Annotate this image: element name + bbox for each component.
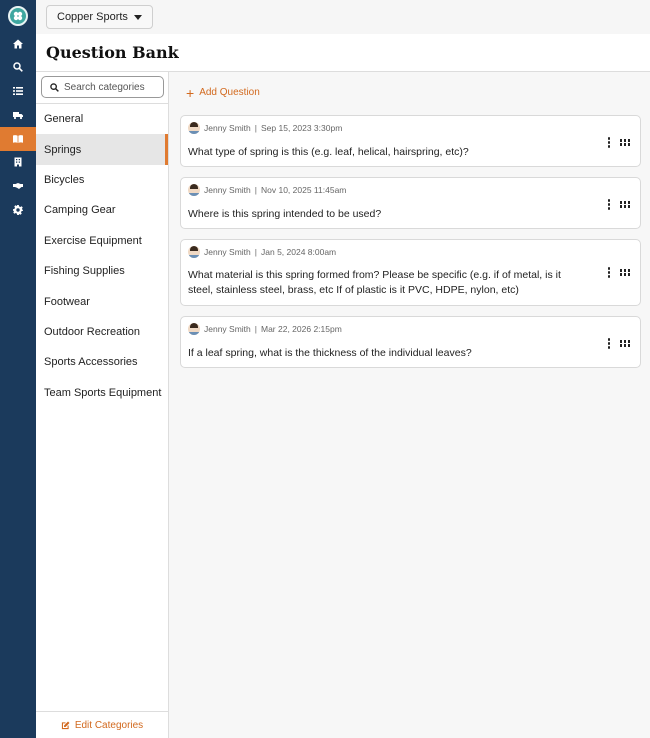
question-date: Nov 10, 2025 11:45am: [261, 185, 347, 195]
question-card[interactable]: Jenny Smith | Mar 22, 2026 2:15pm If a l…: [180, 316, 641, 368]
nav-question-bank[interactable]: [0, 127, 36, 151]
question-date: Jan 5, 2024 8:00am: [261, 247, 337, 257]
search-icon: [50, 82, 59, 92]
search-icon: [13, 62, 23, 72]
list-icon: [13, 87, 23, 95]
category-item-outdoor-recreation[interactable]: Outdoor Recreation: [36, 317, 168, 347]
category-item-footwear[interactable]: Footwear: [36, 286, 168, 316]
edit-categories-label: Edit Categories: [74, 719, 144, 731]
question-actions: [607, 338, 630, 349]
plus-icon: +: [186, 84, 195, 101]
question-meta: Jenny Smith | Mar 22, 2026 2:15pm: [188, 323, 342, 335]
search-placeholder: Search categories: [64, 81, 145, 93]
org-name: Copper Sports: [57, 11, 128, 23]
handshake-icon: [13, 183, 23, 189]
home-icon: [13, 39, 23, 49]
question-text: Where is this spring intended to be used…: [188, 208, 382, 220]
avatar: [188, 122, 200, 134]
question-card[interactable]: Jenny Smith | Nov 10, 2025 11:45am Where…: [180, 177, 641, 229]
question-actions: [607, 137, 630, 148]
question-author: Jenny Smith: [204, 185, 251, 195]
meta-separator: |: [254, 247, 257, 257]
category-item-springs[interactable]: Springs: [36, 134, 168, 165]
nav-buildings[interactable]: [0, 150, 36, 174]
drag-handle-icon[interactable]: [619, 269, 630, 276]
category-panel: Search categories General Springs Bicycl…: [36, 72, 169, 738]
question-author: Jenny Smith: [204, 247, 251, 257]
add-question-button[interactable]: + Add Question: [186, 84, 260, 101]
org-selector[interactable]: Copper Sports: [46, 5, 153, 29]
add-question-label: Add Question: [199, 87, 260, 98]
more-options-icon[interactable]: [607, 137, 611, 148]
nav-shipping[interactable]: [0, 103, 36, 127]
question-date: Mar 22, 2026 2:15pm: [261, 324, 342, 334]
caret-down-icon: [133, 14, 142, 20]
book-icon: [13, 135, 23, 143]
question-text: If a leaf spring, what is the thickness …: [188, 347, 472, 359]
more-options-icon[interactable]: [607, 338, 611, 349]
category-item-bicycles[interactable]: Bicycles: [36, 165, 168, 195]
question-text: What type of spring is this (e.g. leaf, …: [188, 146, 469, 158]
nav-settings[interactable]: [0, 198, 36, 222]
edit-categories-button[interactable]: Edit Categories: [36, 711, 168, 738]
question-actions: [607, 267, 630, 278]
edit-icon: [61, 721, 70, 729]
meta-separator: |: [254, 324, 257, 334]
meta-separator: |: [254, 185, 257, 195]
category-search-input[interactable]: Search categories: [41, 76, 164, 98]
app-logo-icon[interactable]: [8, 6, 28, 26]
drag-handle-icon[interactable]: [619, 201, 630, 208]
question-meta: Jenny Smith | Sep 15, 2023 3:30pm: [188, 122, 342, 134]
category-item-team-sports-equipment[interactable]: Team Sports Equipment: [36, 378, 168, 408]
gear-icon: [13, 205, 23, 215]
avatar: [188, 184, 200, 196]
question-date: Sep 15, 2023 3:30pm: [261, 123, 343, 133]
category-list: General Springs Bicycles Camping Gear Ex…: [36, 103, 168, 408]
category-item-camping-gear[interactable]: Camping Gear: [36, 195, 168, 225]
nav-rail: [0, 0, 36, 738]
question-author: Jenny Smith: [204, 123, 251, 133]
category-item-sports-accessories[interactable]: Sports Accessories: [36, 347, 168, 377]
meta-separator: |: [254, 123, 257, 133]
category-item-exercise-equipment[interactable]: Exercise Equipment: [36, 226, 168, 256]
drag-handle-icon[interactable]: [619, 340, 630, 347]
nav-search[interactable]: [0, 55, 36, 79]
question-actions: [607, 199, 630, 210]
title-bar: Question Bank: [36, 34, 650, 72]
question-author: Jenny Smith: [204, 324, 251, 334]
question-list: + Add Question Jenny Smith | Sep 15, 202…: [169, 72, 650, 738]
question-meta: Jenny Smith | Nov 10, 2025 11:45am: [188, 184, 346, 196]
nav-partners[interactable]: [0, 174, 36, 198]
question-text: What material is this spring formed from…: [188, 269, 561, 296]
category-item-fishing-supplies[interactable]: Fishing Supplies: [36, 256, 168, 286]
truck-icon: [13, 112, 23, 120]
nav-home[interactable]: [0, 32, 36, 56]
question-card[interactable]: Jenny Smith | Jan 5, 2024 8:00am What ma…: [180, 239, 641, 306]
building-icon: [14, 157, 22, 167]
question-meta: Jenny Smith | Jan 5, 2024 8:00am: [188, 246, 336, 258]
top-bar: Copper Sports: [36, 0, 650, 34]
drag-handle-icon[interactable]: [619, 139, 630, 146]
question-card[interactable]: Jenny Smith | Sep 15, 2023 3:30pm What t…: [180, 115, 641, 167]
more-options-icon[interactable]: [607, 267, 611, 278]
avatar: [188, 323, 200, 335]
category-item-general[interactable]: General: [36, 104, 168, 134]
nav-list[interactable]: [0, 79, 36, 103]
more-options-icon[interactable]: [607, 199, 611, 210]
page-title: Question Bank: [46, 43, 179, 62]
avatar: [188, 246, 200, 258]
